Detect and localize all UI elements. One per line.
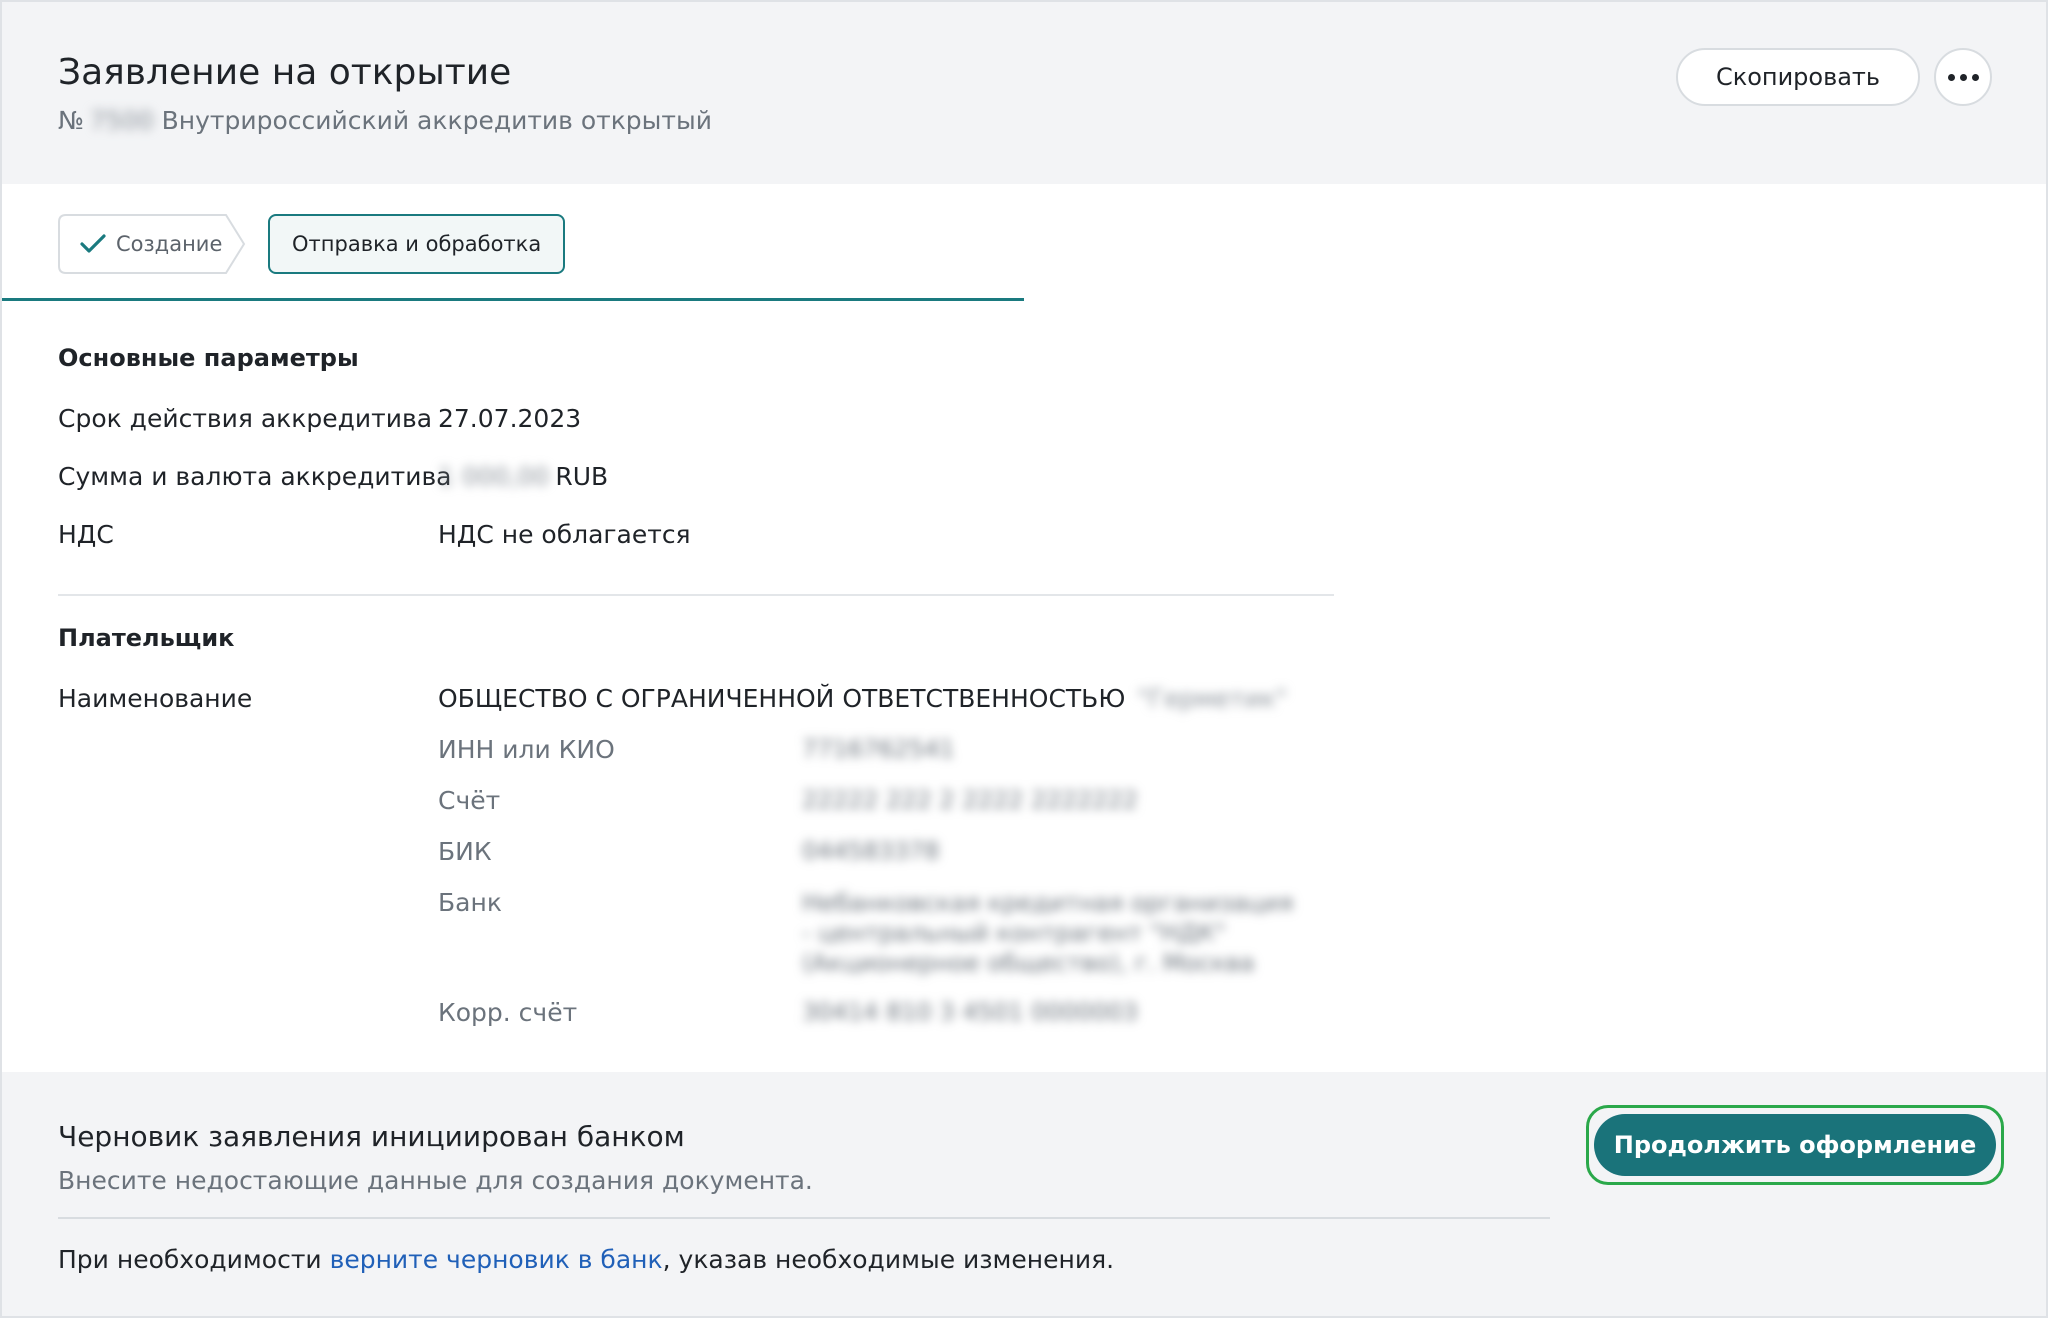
number-prefix: № [58, 106, 85, 135]
page-title: Заявление на открытие [58, 52, 512, 93]
field-value-inn: 7716762541 [802, 735, 955, 763]
continue-button[interactable]: Продолжить оформление [1594, 1114, 1996, 1176]
field-value-bank: Небанковская кредитная организация - цен… [802, 889, 1294, 977]
document-page: Заявление на открытие № 7500 Внутриросси… [0, 0, 2048, 1318]
payer-name-text: ОБЩЕСТВО С ОГРАНИЧЕННОЙ ОТВЕТСТВЕННОСТЬЮ [438, 684, 1126, 713]
field-label-amount: Сумма и валюта аккредитива [58, 462, 452, 491]
payer-name-hidden: "Герметик" [1137, 684, 1287, 713]
note-text-after: , указав необходимые изменения. [662, 1245, 1115, 1274]
field-label-account: Счёт [438, 786, 501, 815]
section-title-main-params: Основные параметры [58, 344, 359, 372]
field-label-bank: Банк [438, 888, 502, 917]
return-draft-link[interactable]: верните черновик в банк [330, 1245, 663, 1274]
field-value-corr-account: 30414 810 3 4501 0000003 [802, 998, 1138, 1026]
step-progress-line [2, 298, 1024, 301]
draft-return-note: При необходимости верните черновик в бан… [58, 1245, 1114, 1274]
more-dots-icon [1947, 73, 1955, 81]
field-label-vat: НДС [58, 520, 114, 549]
field-value-bik: 044583378 [802, 837, 940, 865]
footer-divider [58, 1217, 1550, 1219]
field-label-bik: БИК [438, 837, 492, 866]
draft-notice-description: Внесите недостающие данные для создания … [58, 1166, 813, 1195]
field-value-account: 22222 222 2 2222 2222222 [802, 786, 1138, 814]
copy-button[interactable]: Скопировать [1676, 48, 1920, 106]
note-text-before: При необходимости [58, 1245, 330, 1274]
draft-notice-title: Черновик заявления инициирован банком [58, 1120, 685, 1153]
document-type: Внутрироссийский аккредитив открытый [161, 106, 712, 135]
amount-value: 1 000,00 [438, 462, 550, 491]
document-header: Заявление на открытие № 7500 Внутриросси… [2, 2, 2046, 184]
step-label: Отправка и обработка [292, 232, 542, 256]
field-value-payer-name: ОБЩЕСТВО С ОГРАНИЧЕННОЙ ОТВЕТСТВЕННОСТЬЮ… [438, 684, 1287, 713]
more-dots-icon-part [1959, 73, 1967, 81]
field-value-validity: 27.07.2023 [438, 404, 582, 433]
process-stepper: Создание Отправка и обработка [58, 214, 566, 274]
document-subtitle: № 7500 Внутрироссийский аккредитив откры… [58, 106, 712, 135]
step-label: Создание [116, 232, 223, 256]
field-label-corr-account: Корр. счёт [438, 998, 578, 1027]
step-sending-processing[interactable]: Отправка и обработка [268, 214, 566, 274]
currency-code: RUB [555, 462, 609, 491]
more-dots-icon-part [1971, 73, 1979, 81]
continue-button-focus-ring: Продолжить оформление [1586, 1105, 2004, 1185]
more-options-button[interactable] [1934, 48, 1992, 106]
checkmark-icon [80, 234, 106, 253]
field-value-amount: 1 000,00 RUB [438, 462, 608, 491]
step-creation-content: Создание [80, 214, 222, 274]
step-creation[interactable]: Создание [58, 214, 246, 274]
section-title-payer: Плательщик [58, 624, 235, 652]
field-label-inn: ИНН или КИО [438, 735, 615, 764]
field-label-validity: Срок действия аккредитива [58, 404, 433, 433]
document-number: 7500 [90, 106, 154, 135]
field-label-payer-name: Наименование [58, 684, 253, 713]
field-value-vat: НДС не облагается [438, 520, 691, 549]
section-divider [58, 594, 1334, 596]
